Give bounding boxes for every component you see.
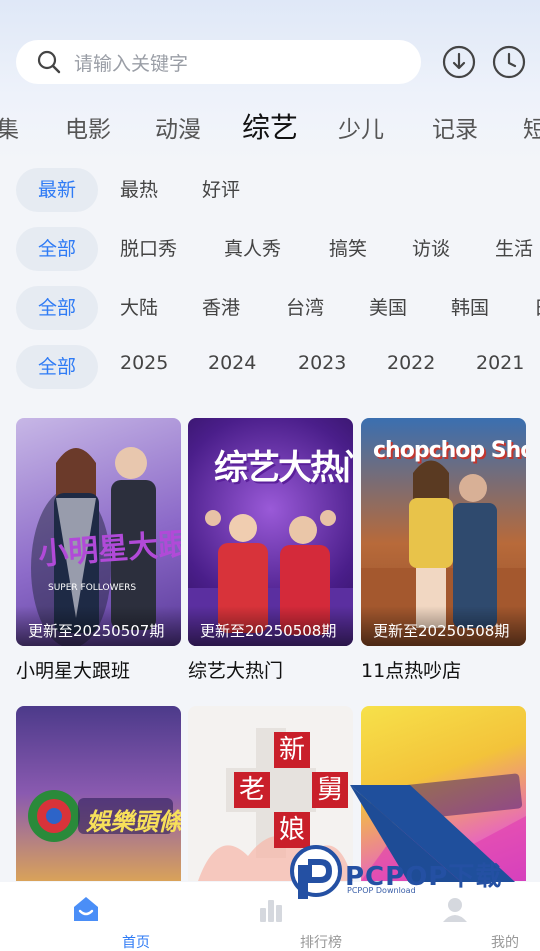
category-tabs: 集 电影 动漫 综艺 少儿 记录 短 [0, 100, 540, 152]
filter-sort-2[interactable]: 好评 [202, 168, 240, 212]
poster-logo-subtitle: SUPER FOLLOWERS [48, 583, 137, 593]
tab-category-1[interactable]: 电影 [65, 110, 111, 144]
tab-category-0[interactable]: 集 [0, 110, 19, 144]
filter-year-3[interactable]: 2023 [298, 345, 346, 385]
poster-logo-text: 娛樂頭條 [86, 808, 181, 836]
filter-year-2[interactable]: 2024 [208, 345, 256, 385]
filter-region-3[interactable]: 台湾 [286, 286, 324, 330]
poster-logo-text: 综艺大热门 [214, 448, 353, 488]
tab-category-5[interactable]: 记录 [432, 110, 478, 144]
filter-type-0[interactable]: 全部 [16, 227, 98, 271]
show-card[interactable]: chopchop Show 更新至20250508期 11点热吵店 [361, 418, 526, 683]
filter-year-1[interactable]: 2025 [120, 345, 168, 385]
search-input[interactable]: 请输入关键字 [16, 40, 421, 84]
home-icon [74, 897, 98, 921]
show-card[interactable]: 小明星大跟班 SUPER FOLLOWERS 更新至20250507期 小明星大… [16, 418, 181, 683]
watermark-logo [290, 845, 342, 899]
poster-char: 舅 [312, 772, 348, 808]
filter-region-0[interactable]: 全部 [16, 286, 98, 330]
search-placeholder: 请输入关键字 [74, 52, 189, 75]
filter-year-0[interactable]: 全部 [16, 345, 98, 389]
tab-category-6[interactable]: 短 [523, 110, 540, 144]
download-icon[interactable] [442, 45, 476, 79]
poster-art [28, 790, 173, 842]
show-poster[interactable]: 娛樂頭條 [16, 706, 181, 881]
filter-type-4[interactable]: 访谈 [412, 227, 450, 271]
filter-region-5[interactable]: 韩国 [451, 286, 489, 330]
filter-row-region: 全部 大陆 香港 台湾 美国 韩国 日 [0, 286, 540, 330]
show-poster[interactable]: 小明星大跟班 SUPER FOLLOWERS 更新至20250507期 [16, 418, 181, 646]
show-card[interactable]: 综艺大热门 更新至20250508期 综艺大热门 [188, 418, 353, 683]
watermark-subtitle: PCPOP Download [347, 886, 416, 895]
filter-region-1[interactable]: 大陆 [120, 286, 158, 330]
tab-home-label: 首页 [122, 935, 150, 951]
history-clock-icon[interactable] [492, 45, 526, 79]
filter-row-year: 全部 2025 2024 2023 2022 2021 [0, 345, 540, 389]
user-icon [443, 898, 467, 922]
tab-category-3[interactable]: 综艺 [242, 106, 298, 146]
filter-region-6[interactable]: 日 [534, 286, 540, 330]
update-badge: 更新至20250507期 [16, 606, 181, 646]
poster-logo-text: chopchop Show [373, 438, 526, 463]
tab-category-2[interactable]: 动漫 [155, 110, 201, 144]
filter-year-5[interactable]: 2021 [476, 345, 524, 385]
chart-icon [260, 900, 282, 922]
filter-region-4[interactable]: 美国 [369, 286, 407, 330]
filter-row-sort: 最新 最热 好评 [0, 168, 540, 212]
filter-type-1[interactable]: 脱口秀 [120, 227, 177, 271]
show-title[interactable]: 小明星大跟班 [16, 656, 181, 683]
tab-category-4[interactable]: 少儿 [338, 110, 384, 144]
filter-row-type: 全部 脱口秀 真人秀 搞笑 访谈 生活 [0, 227, 540, 271]
tab-mine-label: 我的 [491, 935, 519, 951]
filter-year-4[interactable]: 2022 [387, 345, 435, 385]
poster-char: 老 [234, 772, 270, 808]
show-title[interactable]: 11点热吵店 [361, 656, 526, 683]
update-badge: 更新至20250508期 [188, 606, 353, 646]
filter-region-2[interactable]: 香港 [202, 286, 240, 330]
filter-type-2[interactable]: 真人秀 [224, 227, 281, 271]
show-title[interactable]: 综艺大热门 [188, 656, 353, 683]
filter-sort-1[interactable]: 最热 [120, 168, 158, 212]
show-poster[interactable]: 综艺大热门 更新至20250508期 [188, 418, 353, 646]
tab-ranking-label: 排行榜 [300, 935, 342, 951]
search-icon [37, 50, 61, 74]
poster-char: 娘 [274, 812, 310, 848]
show-card[interactable]: 娛樂頭條 [16, 706, 181, 881]
filter-type-5[interactable]: 生活 [495, 227, 533, 271]
poster-char: 新 [274, 732, 310, 768]
show-poster[interactable]: chopchop Show 更新至20250508期 [361, 418, 526, 646]
filter-type-3[interactable]: 搞笑 [329, 227, 367, 271]
filter-sort-0[interactable]: 最新 [16, 168, 98, 212]
update-badge: 更新至20250508期 [361, 606, 526, 646]
